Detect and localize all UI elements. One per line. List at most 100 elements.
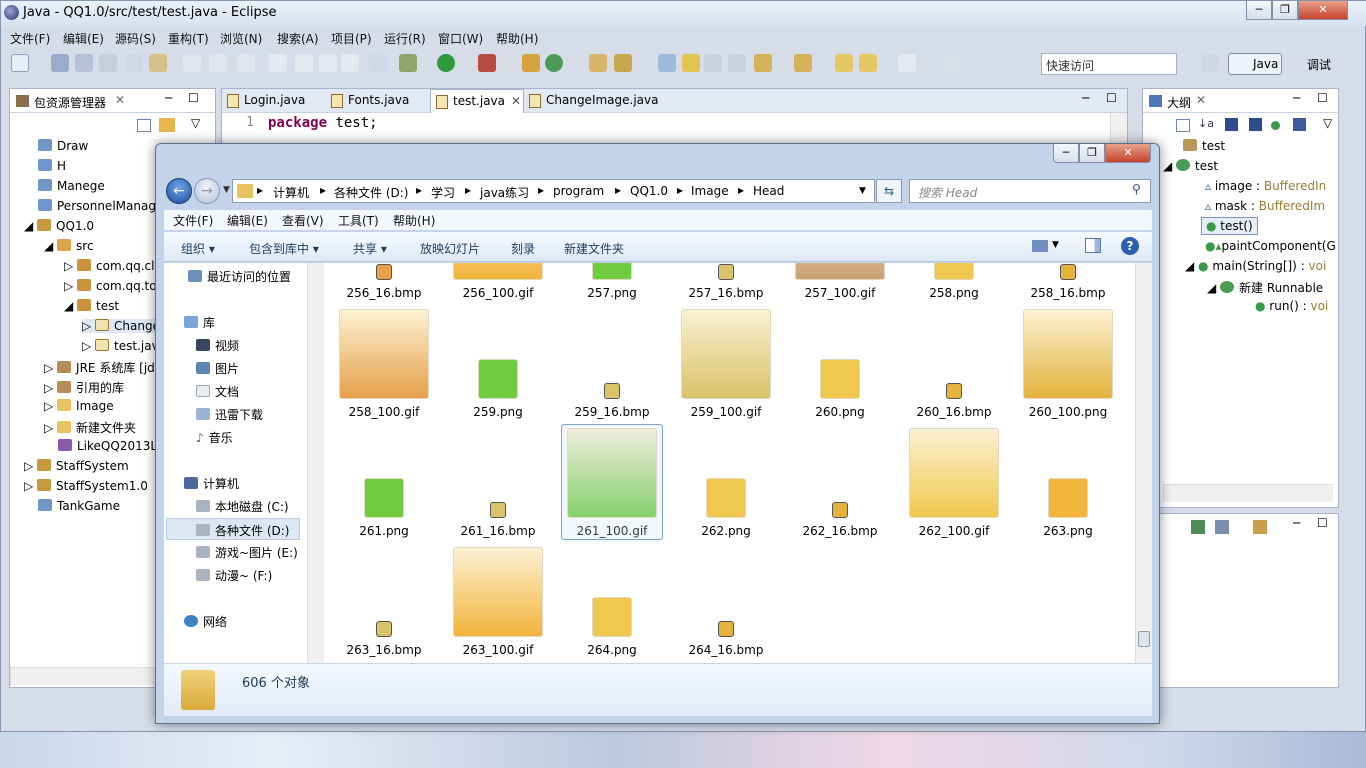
scrollbar-thumb[interactable] bbox=[1138, 631, 1150, 647]
refresh-button[interactable]: ⇆ bbox=[876, 179, 902, 203]
redo-icon[interactable] bbox=[209, 54, 227, 72]
menu-run[interactable]: 运行(R) bbox=[384, 30, 426, 47]
toolbar-icon[interactable] bbox=[369, 54, 387, 72]
close-button[interactable]: ✕ bbox=[1298, 1, 1348, 20]
file-item[interactable]: 259_16.bmp bbox=[557, 405, 667, 419]
file-item[interactable]: 257_16.bmp bbox=[671, 286, 781, 300]
file-item[interactable]: 259.png bbox=[443, 405, 553, 419]
include-in-library-button[interactable]: 包含到库中 ▾ bbox=[249, 240, 319, 257]
back-icon[interactable] bbox=[859, 54, 877, 72]
toolbar-icon[interactable] bbox=[704, 54, 722, 72]
save-all-icon[interactable] bbox=[75, 54, 93, 72]
menu-project[interactable]: 项目(P) bbox=[331, 30, 372, 47]
file-item[interactable]: 259_100.gif bbox=[671, 405, 781, 419]
slideshow-button[interactable]: 放映幻灯片 bbox=[420, 240, 480, 257]
forward-icon[interactable] bbox=[898, 54, 916, 72]
open-type-icon[interactable] bbox=[589, 54, 607, 72]
menu-file[interactable]: 文件(F) bbox=[10, 30, 50, 47]
nav-recent-places[interactable]: 最近访问的位置 bbox=[188, 268, 291, 285]
tree-item-pkg-client[interactable]: ▷ com.qq.cli bbox=[64, 259, 158, 273]
tree-item-change-image[interactable]: ▷ Change bbox=[82, 319, 160, 333]
minimize-view-icon[interactable]: ─ bbox=[1293, 516, 1300, 530]
hide-fields-icon[interactable] bbox=[1225, 118, 1238, 131]
search-box[interactable]: 搜索 Head ⚲ bbox=[909, 179, 1151, 203]
file-item[interactable]: 257_100.gif bbox=[785, 286, 895, 300]
print-icon[interactable] bbox=[99, 54, 117, 72]
nav-network[interactable]: 网络 bbox=[184, 613, 227, 630]
back-button[interactable]: ← bbox=[166, 178, 192, 204]
navigation-scrollbar[interactable] bbox=[307, 263, 324, 663]
breadcrumb-computer[interactable]: 计算机 bbox=[273, 184, 309, 201]
new-class-icon[interactable] bbox=[545, 54, 563, 72]
outline-class[interactable]: ◢ test bbox=[1163, 159, 1218, 173]
breadcrumb-program[interactable]: program bbox=[553, 184, 604, 198]
save-icon[interactable] bbox=[51, 54, 69, 72]
file-item[interactable]: 264.png bbox=[557, 643, 667, 657]
file-item[interactable]: 262_16.bmp bbox=[785, 524, 895, 538]
breadcrumb-drive-d[interactable]: 各种文件 (D:) bbox=[334, 184, 408, 201]
file-item[interactable]: 258_16.bmp bbox=[1013, 286, 1123, 300]
tree-item-staffsystem10[interactable]: ▷ StaffSystem1.0 bbox=[24, 479, 148, 493]
tree-item-qq10[interactable]: ◢ QQ1.0 bbox=[24, 219, 94, 233]
run-icon[interactable] bbox=[437, 54, 455, 72]
nav-pictures[interactable]: 图片 bbox=[196, 360, 239, 377]
minimize-view-icon[interactable]: ─ bbox=[1082, 91, 1089, 105]
close-tab-icon[interactable]: ✕ bbox=[1196, 93, 1206, 107]
outline-method-main[interactable]: ◢ ● main(String[]) : voi bbox=[1185, 259, 1326, 273]
forward-button[interactable]: → bbox=[194, 178, 220, 204]
breadcrumb-head[interactable]: Head bbox=[753, 184, 784, 198]
toolbar-icon[interactable] bbox=[269, 54, 287, 72]
tree-item-image[interactable]: ▷ Image bbox=[44, 399, 114, 413]
tab-changeimage-java[interactable]: ChangeImage.java bbox=[524, 89, 664, 113]
hide-nonpublic-icon[interactable] bbox=[1271, 121, 1280, 130]
toolbar-icon[interactable] bbox=[125, 54, 143, 72]
nav-computer[interactable]: 计算机 bbox=[184, 475, 239, 492]
hide-local-types-icon[interactable] bbox=[1293, 118, 1306, 131]
link-with-editor-icon[interactable] bbox=[159, 118, 175, 132]
next-annotation-icon[interactable] bbox=[754, 54, 772, 72]
outline-method-run[interactable]: ● run() : voi bbox=[1255, 299, 1328, 313]
tree-item-h[interactable]: H bbox=[38, 159, 66, 173]
explorer-minimize-button[interactable]: ─ bbox=[1053, 144, 1079, 163]
file-item[interactable]: 256_100.gif bbox=[443, 286, 553, 300]
address-bar[interactable]: ▸ 计算机 ▸ 各种文件 (D:) ▸ 学习 ▸ java练习 ▸ progra… bbox=[232, 179, 875, 203]
maximize-button[interactable]: ❐ bbox=[1272, 1, 1298, 20]
tree-item-src[interactable]: ◢ src bbox=[44, 239, 94, 253]
outline-field-mask[interactable]: ▵ mask : BufferedIm bbox=[1205, 199, 1325, 213]
maximize-view-icon[interactable]: ☐ bbox=[188, 91, 199, 105]
search-icon[interactable] bbox=[614, 54, 632, 72]
file-item[interactable]: 262_100.gif bbox=[899, 524, 1009, 538]
menu-refactor[interactable]: 重构(T) bbox=[168, 30, 209, 47]
nav-drive-d[interactable]: 各种文件 (D:) bbox=[166, 518, 300, 540]
minimize-view-icon[interactable]: ─ bbox=[165, 91, 172, 105]
file-item[interactable]: 263_100.gif bbox=[443, 643, 553, 657]
close-tab-icon[interactable]: ✕ bbox=[511, 94, 521, 108]
file-item[interactable]: 261.png bbox=[329, 524, 439, 538]
new-folder-button[interactable]: 新建文件夹 bbox=[564, 240, 624, 257]
sort-icon[interactable]: ↓a bbox=[1198, 117, 1214, 130]
collapse-all-icon[interactable] bbox=[137, 119, 151, 132]
outline-method-paint[interactable]: ●▴paintComponent(G bbox=[1205, 239, 1336, 253]
file-item[interactable]: 263.png bbox=[1013, 524, 1123, 538]
menu-source[interactable]: 源码(S) bbox=[115, 30, 156, 47]
breadcrumb-java-practice[interactable]: java练习 bbox=[480, 184, 529, 201]
menu-window[interactable]: 窗口(W) bbox=[438, 30, 483, 47]
toolbar-icon[interactable] bbox=[237, 54, 255, 72]
file-item[interactable]: 260_100.png bbox=[1013, 405, 1123, 419]
tab-test-java[interactable]: test.java ✕ bbox=[430, 89, 524, 113]
nav-libraries[interactable]: 库 bbox=[184, 314, 215, 331]
new-file-icon[interactable] bbox=[11, 54, 29, 72]
nav-drive-c[interactable]: 本地磁盘 (C:) bbox=[196, 498, 289, 515]
undo-icon[interactable] bbox=[183, 54, 201, 72]
nav-thunder-downloads[interactable]: 迅雷下载 bbox=[196, 406, 263, 423]
menu-edit[interactable]: 编辑(E) bbox=[63, 30, 104, 47]
nav-videos[interactable]: 视频 bbox=[196, 337, 239, 354]
last-edit-icon[interactable] bbox=[835, 54, 853, 72]
preview-pane-icon[interactable] bbox=[1085, 238, 1101, 253]
code-line[interactable]: package test; bbox=[268, 115, 378, 131]
stop-icon[interactable] bbox=[319, 54, 337, 72]
toolbar-icon[interactable] bbox=[295, 54, 313, 72]
explorer-menu-edit[interactable]: 编辑(E) bbox=[227, 212, 268, 229]
external-tools-icon[interactable] bbox=[478, 54, 496, 72]
file-item[interactable]: 263_16.bmp bbox=[329, 643, 439, 657]
